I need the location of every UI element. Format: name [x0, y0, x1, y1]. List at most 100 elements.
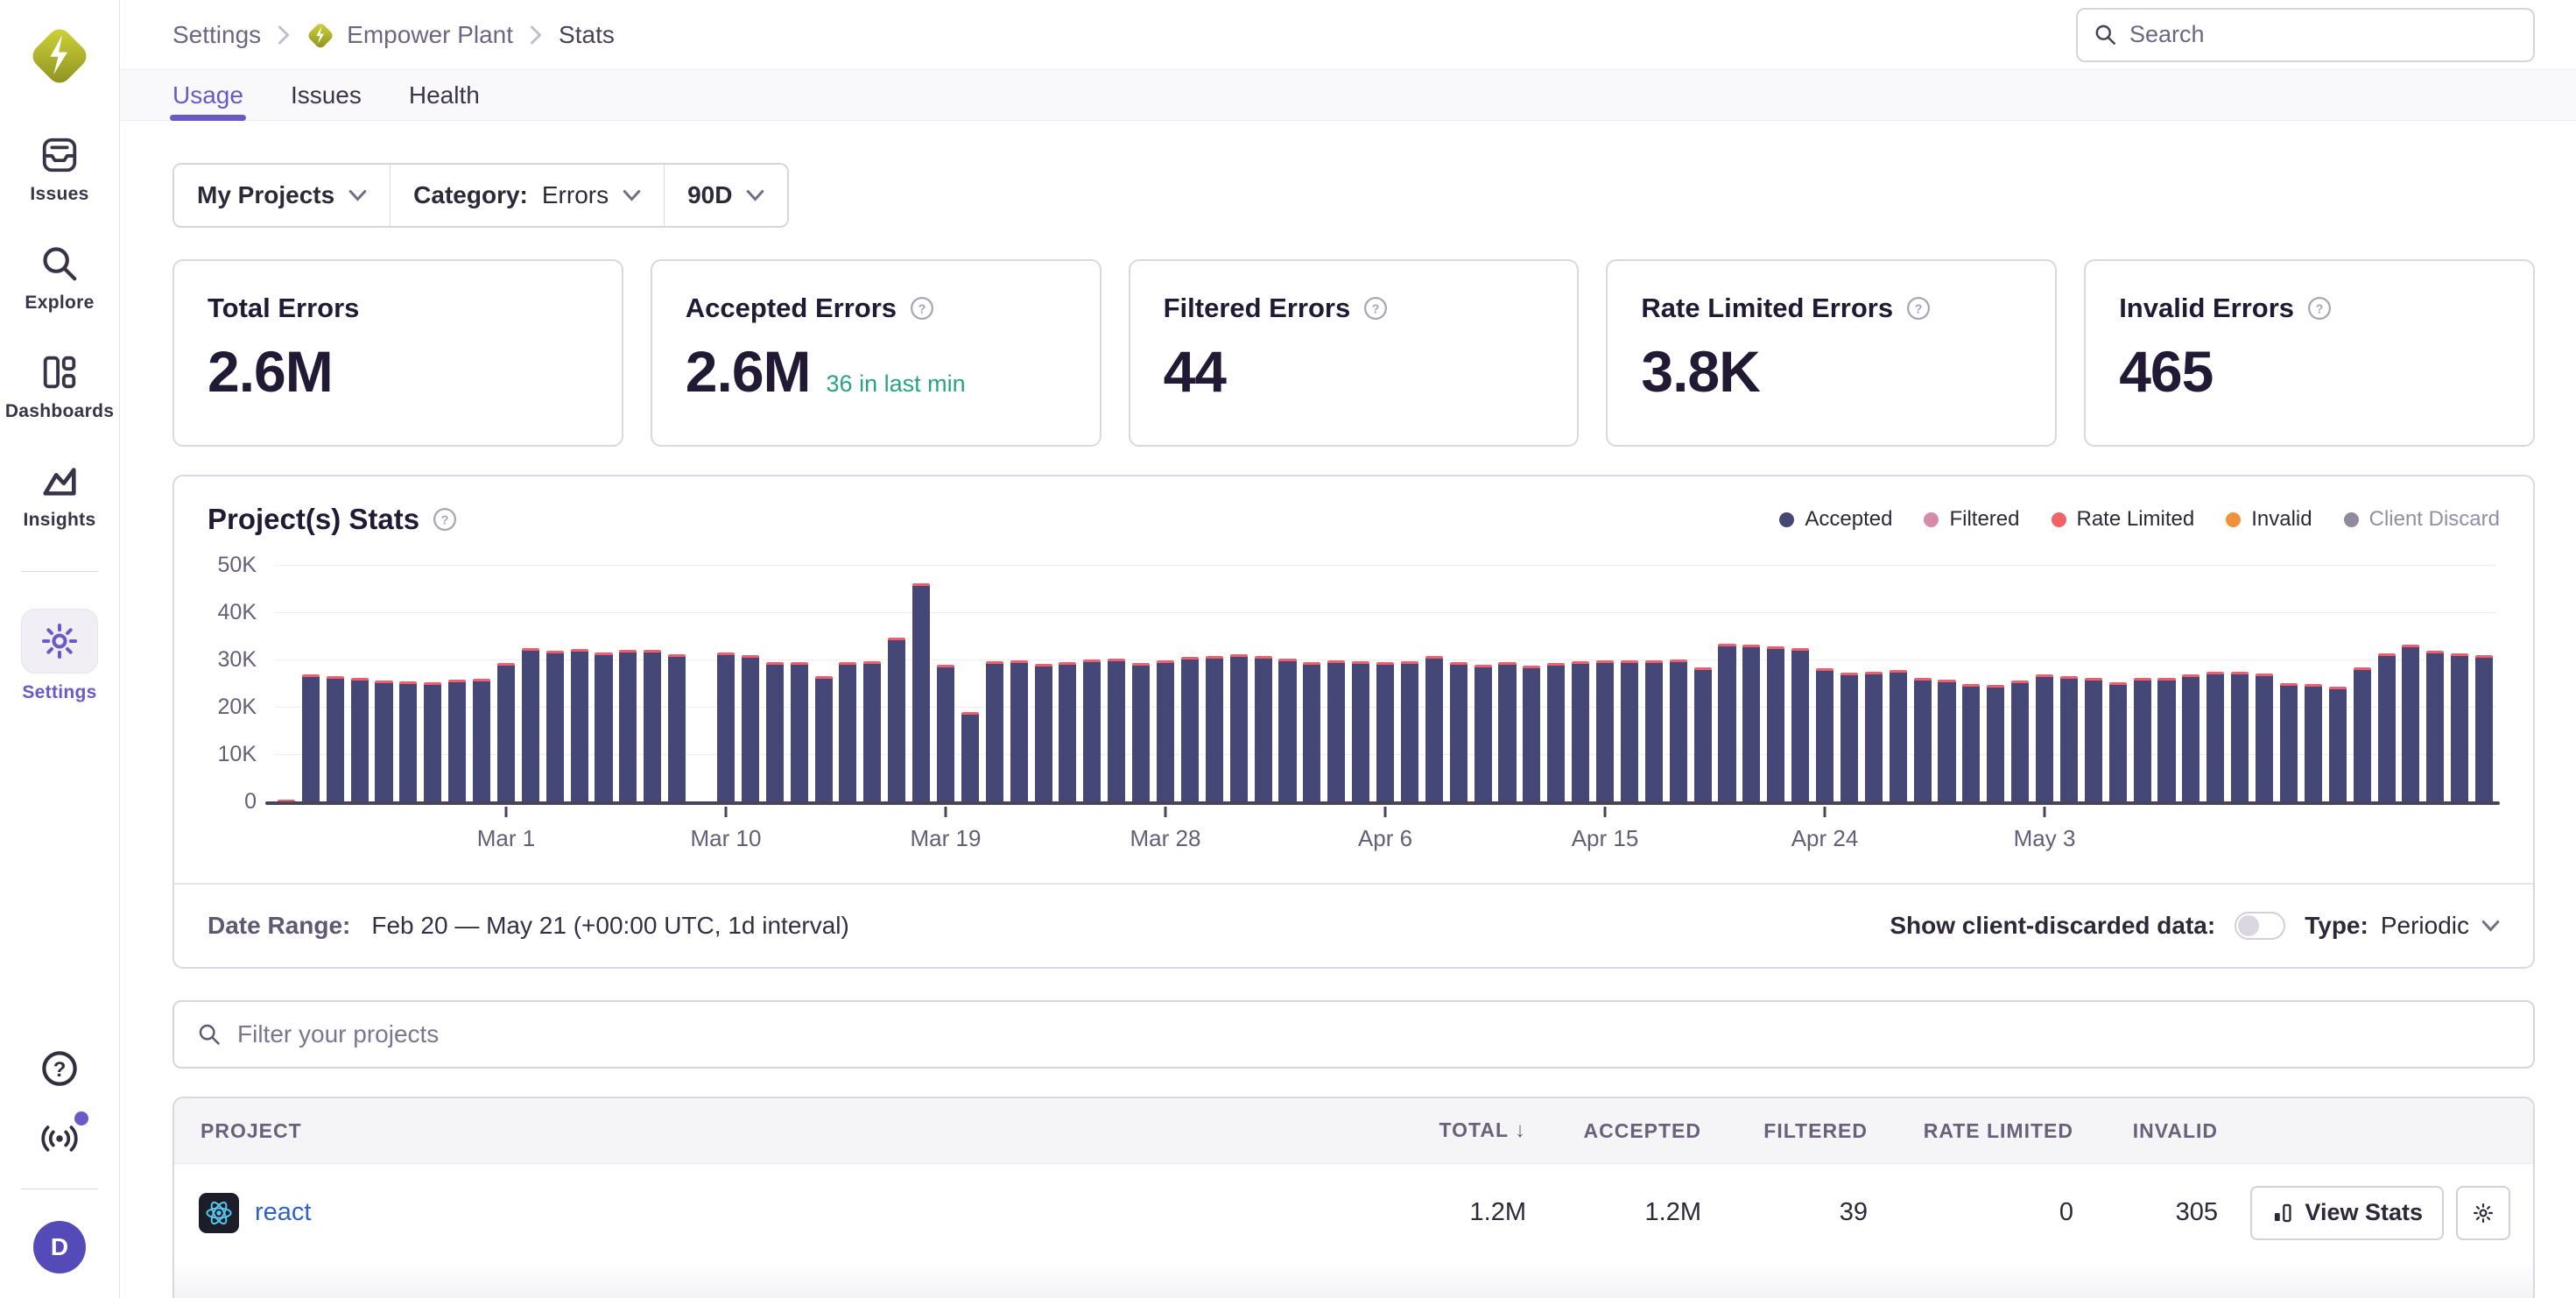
- user-avatar[interactable]: D: [33, 1221, 86, 1273]
- tab-usage[interactable]: Usage: [172, 70, 243, 120]
- chart-bar[interactable]: [1862, 566, 1886, 802]
- chart-bar[interactable]: [1812, 566, 1837, 802]
- chart-bar[interactable]: [420, 566, 445, 802]
- view-stats-button[interactable]: View Stats: [2250, 1186, 2444, 1240]
- legend-item-invalid[interactable]: Invalid: [2226, 507, 2312, 532]
- chart-bar[interactable]: [1471, 566, 1496, 802]
- whats-new-broadcast-button[interactable]: [39, 1118, 80, 1159]
- chart-bar[interactable]: [2375, 566, 2399, 802]
- tab-issues[interactable]: Issues: [291, 70, 362, 120]
- chart-bar[interactable]: [2447, 566, 2472, 802]
- chart-bar[interactable]: [1617, 566, 1642, 802]
- column-header-invalid[interactable]: INVALID: [2073, 1119, 2218, 1143]
- chart-bar[interactable]: [1056, 566, 1080, 802]
- chart-bar[interactable]: [689, 566, 714, 802]
- legend-item-filtered[interactable]: Filtered: [1924, 507, 2019, 532]
- chart-bar[interactable]: [2252, 566, 2277, 802]
- chart-bar[interactable]: [2423, 566, 2447, 802]
- chart-bar[interactable]: [665, 566, 689, 802]
- chart-bar[interactable]: [1788, 566, 1812, 802]
- type-dropdown[interactable]: Type: Periodic: [2305, 912, 2500, 940]
- breadcrumb-settings[interactable]: Settings: [172, 21, 261, 49]
- chart-bar[interactable]: [1983, 566, 2008, 802]
- chart-bar[interactable]: [1373, 566, 1397, 802]
- chart-bar[interactable]: [567, 566, 592, 802]
- sidebar-item-issues[interactable]: Issues: [30, 135, 88, 205]
- chart-bar[interactable]: [1886, 566, 1911, 802]
- help-circle-icon[interactable]: ?: [1905, 295, 1932, 321]
- help-circle-icon[interactable]: ?: [909, 295, 935, 321]
- chart-bar[interactable]: [1568, 566, 1593, 802]
- chart-bar[interactable]: [860, 566, 884, 802]
- chart-bar[interactable]: [787, 566, 812, 802]
- chart-bar[interactable]: [1348, 566, 1373, 802]
- chart-bar[interactable]: [445, 566, 469, 802]
- chart-bar[interactable]: [1299, 566, 1324, 802]
- column-header-accepted[interactable]: ACCEPTED: [1526, 1119, 1701, 1143]
- period-dropdown[interactable]: 90D: [665, 165, 787, 226]
- chart-bar[interactable]: [1104, 566, 1129, 802]
- chart-bar[interactable]: [1324, 566, 1348, 802]
- search-input[interactable]: [2129, 21, 2517, 48]
- chart-bar[interactable]: [2008, 566, 2032, 802]
- chart-bar[interactable]: [2228, 566, 2252, 802]
- chart-bar[interactable]: [1251, 566, 1276, 802]
- chart-bar[interactable]: [494, 566, 518, 802]
- chart-bar[interactable]: [714, 566, 738, 802]
- chart-bar[interactable]: [1202, 566, 1227, 802]
- category-dropdown[interactable]: Category: Errors: [391, 165, 664, 226]
- chart-bar[interactable]: [640, 566, 665, 802]
- chart-bar[interactable]: [884, 566, 909, 802]
- chart-bar[interactable]: [469, 566, 494, 802]
- help-circle-icon[interactable]: ?: [2306, 295, 2333, 321]
- chart-bar[interactable]: [348, 566, 372, 802]
- chart-bar[interactable]: [1227, 566, 1251, 802]
- legend-item-client-discard[interactable]: Client Discard: [2344, 507, 2500, 532]
- column-header-total[interactable]: TOTAL ↓: [1369, 1118, 1526, 1143]
- chart-bar[interactable]: [2057, 566, 2081, 802]
- chart-bar[interactable]: [958, 566, 982, 802]
- help-button[interactable]: ?: [39, 1048, 80, 1089]
- chart-bar[interactable]: [518, 566, 543, 802]
- sentry-logo[interactable]: [28, 19, 91, 89]
- project-selector-dropdown[interactable]: My Projects: [174, 165, 390, 226]
- chart-bar[interactable]: [2155, 566, 2179, 802]
- tab-health[interactable]: Health: [409, 70, 480, 120]
- chart-bar[interactable]: [1397, 566, 1422, 802]
- chart-bar[interactable]: [2130, 566, 2155, 802]
- help-circle-icon[interactable]: ?: [432, 506, 458, 533]
- chart-bar[interactable]: [2203, 566, 2228, 802]
- sidebar-item-insights[interactable]: Insights: [24, 461, 96, 531]
- chart-bar[interactable]: [616, 566, 640, 802]
- chart-bar[interactable]: [933, 566, 958, 802]
- help-circle-icon[interactable]: ?: [1362, 295, 1389, 321]
- chart-bar[interactable]: [2326, 566, 2350, 802]
- chart-bar[interactable]: [2277, 566, 2301, 802]
- chart-bar[interactable]: [2350, 566, 2375, 802]
- chart-bar[interactable]: [909, 566, 933, 802]
- chart-bar[interactable]: [1715, 566, 1740, 802]
- chart-bar[interactable]: [1129, 566, 1153, 802]
- chart-bar[interactable]: [592, 566, 616, 802]
- chart-bar[interactable]: [1519, 566, 1544, 802]
- chart-bar[interactable]: [1763, 566, 1788, 802]
- chart-bar[interactable]: [982, 566, 1007, 802]
- chart-bar[interactable]: [2106, 566, 2130, 802]
- chart-bar[interactable]: [1544, 566, 1568, 802]
- chart-bar[interactable]: [1666, 566, 1691, 802]
- chart-bar[interactable]: [2472, 566, 2496, 802]
- chart-bar[interactable]: [299, 566, 323, 802]
- chart-bar[interactable]: [1153, 566, 1178, 802]
- chart-bar[interactable]: [1178, 566, 1202, 802]
- chart-bar[interactable]: [1422, 566, 1446, 802]
- chart-bar[interactable]: [1080, 566, 1104, 802]
- project-link[interactable]: react: [255, 1198, 311, 1227]
- chart-bar[interactable]: [1031, 566, 1056, 802]
- chart-bar[interactable]: [738, 566, 763, 802]
- chart-bar[interactable]: [763, 566, 787, 802]
- project-filter-input[interactable]: [237, 1020, 2510, 1048]
- chart-bar[interactable]: [812, 566, 836, 802]
- column-header-filtered[interactable]: FILTERED: [1701, 1119, 1868, 1143]
- chart-bar[interactable]: [1935, 566, 1960, 802]
- breadcrumb-project[interactable]: Empower Plant: [306, 19, 513, 51]
